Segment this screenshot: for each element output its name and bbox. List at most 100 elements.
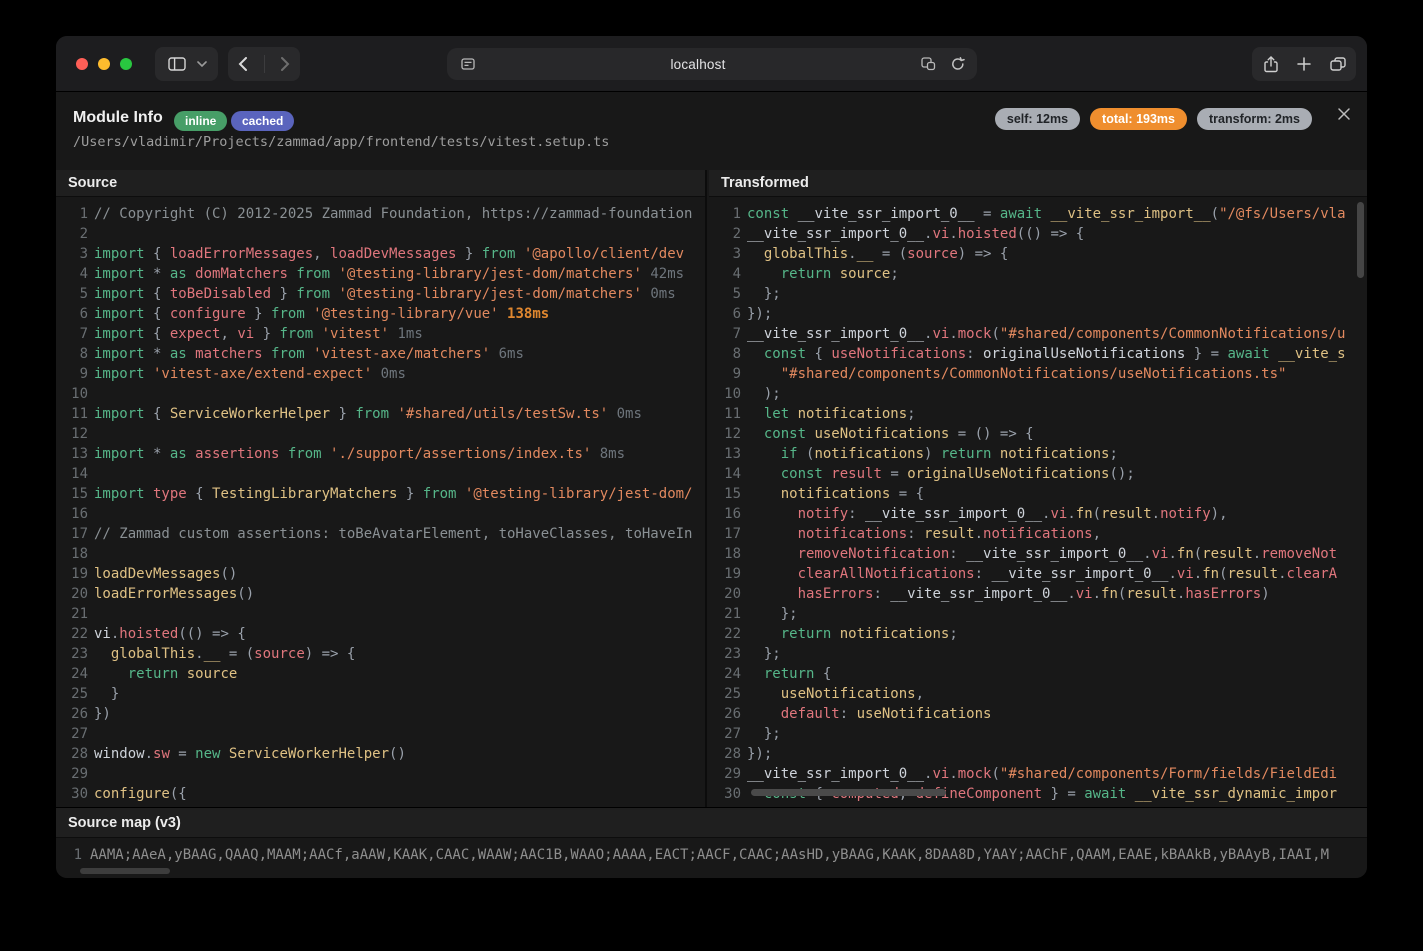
sourcemap-line: 1 AAMA;AAeA,yBAAG,QAAQ,MAAM;AACf,aAAW,KA… [56,845,1367,865]
line-number: 13 [56,444,88,464]
extensions-icon[interactable] [913,49,943,79]
line-number: 30 [56,784,88,804]
sourcemap-scrollbar-thumb[interactable] [80,868,170,874]
close-button[interactable] [1333,103,1355,125]
line-number: 14 [709,464,741,484]
line-number: 27 [709,724,741,744]
code-line: 6import { configure } from '@testing-lib… [56,304,705,324]
module-file-path: /Users/vladimir/Projects/zammad/app/fron… [73,134,609,150]
code-line: 8import * as matchers from 'vitest-axe/m… [56,344,705,364]
code-line: 19loadDevMessages() [56,564,705,584]
line-number: 12 [709,424,741,444]
back-button[interactable] [228,49,258,79]
line-number: 28 [56,744,88,764]
forward-button[interactable] [271,49,301,79]
line-number: 6 [709,304,741,324]
transformed-code[interactable]: 1const __vite_ssr_import_0__ = await __v… [709,197,1367,807]
sourcemap-header: Source map (v3) [56,808,1367,838]
line-number: 23 [709,644,741,664]
code-line: 10 ); [709,384,1367,404]
sidebar-toggle-group [155,47,218,81]
new-tab-icon[interactable] [1289,49,1319,79]
source-panel: Source 1// Copyright (C) 2012-2025 Zamma… [56,170,707,807]
code-line: 13import * as assertions from './support… [56,444,705,464]
code-line: 17 notifications: result.notifications, [709,524,1367,544]
line-number: 20 [709,584,741,604]
code-line: 20 hasErrors: __vite_ssr_import_0__.vi.f… [709,584,1367,604]
line-number: 8 [709,344,741,364]
line-number: 3 [709,244,741,264]
line-number: 6 [56,304,88,324]
code-line: 15 notifications = { [709,484,1367,504]
code-line: 25 useNotifications, [709,684,1367,704]
source-code[interactable]: 1// Copyright (C) 2012-2025 Zammad Found… [56,197,705,807]
page-layout-icon[interactable] [453,49,483,79]
line-number: 1 [56,204,88,224]
line-number: 16 [709,504,741,524]
line-number: 15 [56,484,88,504]
line-number: 19 [56,564,88,584]
share-icon[interactable] [1256,49,1286,79]
badge-inline: inline [174,111,227,131]
traffic-light-close[interactable] [76,58,88,70]
badge-cached: cached [231,111,294,131]
code-line: 23 }; [709,644,1367,664]
code-line: 8 const { useNotifications: originalUseN… [709,344,1367,364]
sidebar-icon[interactable] [162,49,192,79]
code-line: 27 }; [709,724,1367,744]
line-number: 16 [56,504,88,524]
line-number: 19 [709,564,741,584]
horizontal-scrollbar-thumb[interactable] [751,789,946,796]
code-line: 2 [56,224,705,244]
reload-button[interactable] [943,49,973,79]
code-line: 30configure({ [56,784,705,804]
line-number: 18 [56,544,88,564]
line-number: 7 [56,324,88,344]
code-line: 4import * as domMatchers from '@testing-… [56,264,705,284]
line-number: 10 [56,384,88,404]
chevron-down-icon[interactable] [192,49,212,79]
browser-chrome: localhost [56,36,1367,92]
line-number: 11 [709,404,741,424]
code-line: 26 default: useNotifications [709,704,1367,724]
code-line: 16 [56,504,705,524]
tab-overview-icon[interactable] [1323,49,1353,79]
line-number: 30 [709,784,741,804]
line-number: 13 [709,444,741,464]
vertical-scrollbar-thumb[interactable] [1357,202,1364,278]
page-title: Module Info [73,109,163,127]
code-line: 22 return notifications; [709,624,1367,644]
code-line: 27 [56,724,705,744]
line-number: 9 [709,364,741,384]
line-number: 15 [709,484,741,504]
code-line: 19 clearAllNotifications: __vite_ssr_imp… [709,564,1367,584]
line-number: 29 [709,764,741,784]
code-line: 3 globalThis.__ = (source) => { [709,244,1367,264]
line-number: 27 [56,724,88,744]
divider [264,55,265,73]
code-line: 3import { loadErrorMessages, loadDevMess… [56,244,705,264]
code-line: 24 return source [56,664,705,684]
line-number: 8 [56,344,88,364]
traffic-light-zoom[interactable] [120,58,132,70]
line-number: 24 [56,664,88,684]
line-number: 22 [709,624,741,644]
code-line: 18 [56,544,705,564]
line-number: 14 [56,464,88,484]
source-panel-header: Source [56,170,705,197]
code-line: 4 return source; [709,264,1367,284]
nav-buttons-group [228,47,300,81]
code-line: 23 globalThis.__ = (source) => { [56,644,705,664]
timing-transform-badge: transform: 2ms [1197,108,1312,130]
line-number: 11 [56,404,88,424]
address-bar[interactable]: localhost [447,48,977,80]
line-number: 22 [56,624,88,644]
timing-badges: self: 12ms total: 193ms transform: 2ms [995,108,1312,130]
timing-total-badge: total: 193ms [1090,108,1187,130]
code-line: 5import { toBeDisabled } from '@testing-… [56,284,705,304]
line-number: 12 [56,424,88,444]
code-line: 29 [56,764,705,784]
traffic-light-minimize[interactable] [98,58,110,70]
code-line: 1const __vite_ssr_import_0__ = await __v… [709,204,1367,224]
code-line: 16 notify: __vite_ssr_import_0__.vi.fn(r… [709,504,1367,524]
